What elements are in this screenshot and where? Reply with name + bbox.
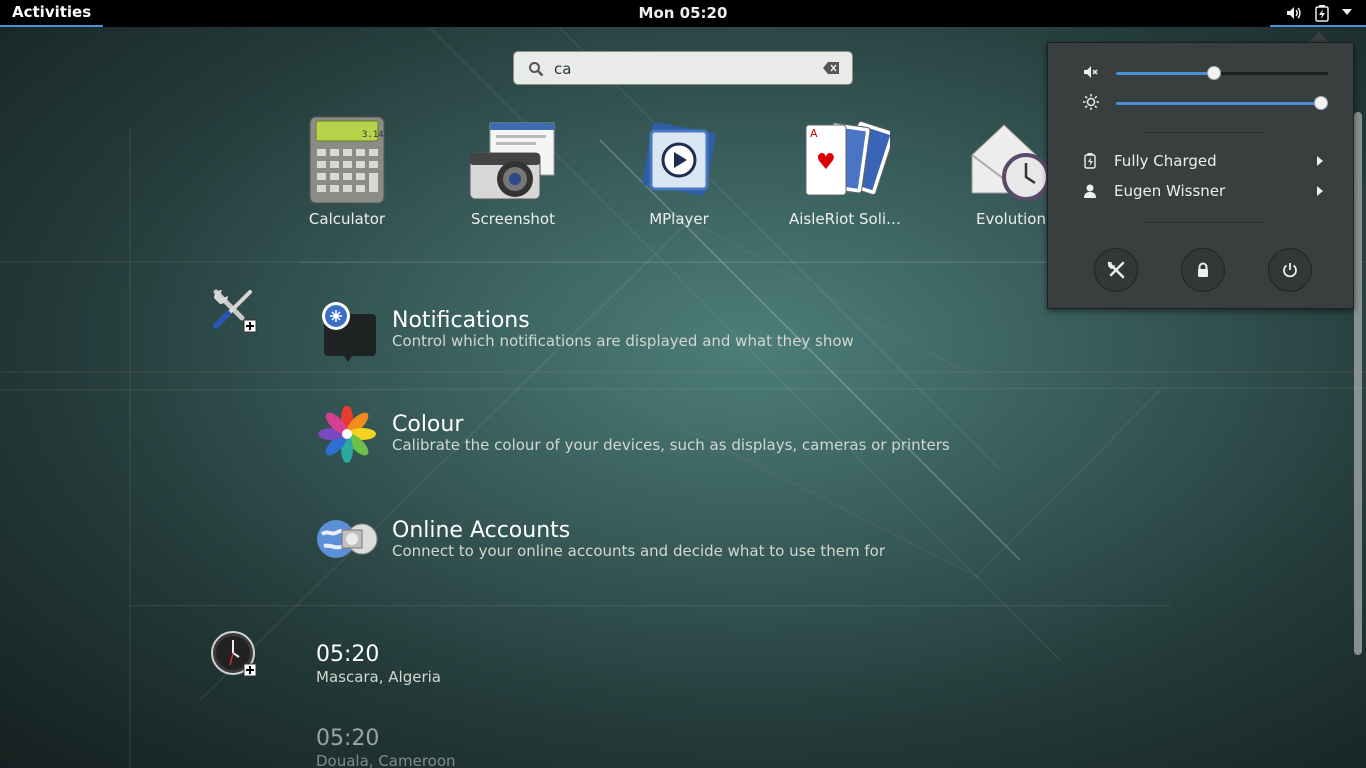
world-clock-place: Douala, Cameroon bbox=[316, 752, 456, 768]
battery-status-label: Fully Charged bbox=[1114, 152, 1217, 170]
notifications-icon bbox=[322, 302, 376, 362]
mplayer-icon bbox=[642, 122, 716, 196]
result-online-accounts[interactable]: Online Accounts Connect to your online a… bbox=[316, 512, 1016, 572]
chevron-right-icon bbox=[1317, 186, 1323, 196]
calculator-icon: 3.14 bbox=[309, 116, 385, 204]
brightness-slider-fill bbox=[1116, 102, 1328, 105]
volume-slider-fill bbox=[1116, 72, 1214, 75]
world-clock-time: 05:20 bbox=[316, 642, 380, 667]
camera-icon bbox=[469, 122, 555, 200]
settings-icon bbox=[1107, 261, 1125, 279]
volume-slider-handle[interactable] bbox=[1207, 66, 1221, 80]
top-bar: Activities Mon 05:20 bbox=[0, 0, 1366, 27]
clear-search-icon[interactable] bbox=[823, 62, 839, 74]
result-notifications[interactable]: Notifications Control which notification… bbox=[316, 302, 1016, 362]
clock-button[interactable]: Mon 05:20 bbox=[639, 4, 728, 22]
system-status-area[interactable] bbox=[1270, 0, 1366, 27]
volume-muted-icon bbox=[1084, 66, 1098, 78]
battery-icon bbox=[1084, 153, 1096, 169]
result-description: Control which notifications are displaye… bbox=[392, 332, 854, 350]
volume-row bbox=[1048, 61, 1355, 85]
volume-icon bbox=[1287, 7, 1301, 19]
result-title: Online Accounts bbox=[392, 518, 571, 543]
app-aisleriot[interactable]: A ♥ AisleRiot Soli… bbox=[770, 115, 920, 228]
power-icon bbox=[1283, 263, 1297, 278]
battery-icon bbox=[1315, 5, 1329, 22]
app-label: Calculator bbox=[308, 210, 386, 228]
brightness-slider[interactable] bbox=[1116, 96, 1328, 110]
result-title: Notifications bbox=[392, 308, 530, 333]
chevron-right-icon bbox=[1317, 156, 1323, 166]
settings-provider-icon[interactable] bbox=[210, 286, 258, 334]
app-calculator[interactable]: 3.14 Calculator bbox=[272, 115, 422, 228]
result-description: Calibrate the colour of your devices, su… bbox=[392, 436, 950, 454]
settings-button[interactable] bbox=[1094, 248, 1138, 292]
svg-text:A: A bbox=[810, 127, 818, 140]
separator bbox=[130, 605, 1170, 606]
app-label: Screenshot bbox=[471, 210, 555, 228]
world-clock-item[interactable]: 05:20 Mascara, Algeria bbox=[316, 642, 441, 686]
search-icon bbox=[529, 62, 544, 77]
system-menu: Fully Charged Eugen Wissner bbox=[1047, 42, 1354, 309]
app-mplayer[interactable]: MPlayer bbox=[604, 115, 754, 228]
results-scrollbar[interactable] bbox=[1354, 112, 1362, 655]
evolution-icon bbox=[971, 124, 1050, 201]
brightness-row bbox=[1048, 91, 1355, 115]
playing-cards-icon: A ♥ bbox=[805, 121, 890, 196]
result-description: Connect to your online accounts and deci… bbox=[392, 542, 886, 560]
menu-separator bbox=[1144, 132, 1264, 133]
app-label: AisleRiot Soli… bbox=[788, 210, 902, 228]
svg-text:3.14: 3.14 bbox=[362, 130, 384, 140]
online-accounts-icon bbox=[317, 520, 378, 558]
result-colour[interactable]: Colour Calibrate the colour of your devi… bbox=[316, 406, 1016, 466]
user-menu-item[interactable]: Eugen Wissner bbox=[1048, 177, 1355, 205]
brightness-slider-handle[interactable] bbox=[1314, 96, 1328, 110]
svg-text:♥: ♥ bbox=[816, 150, 836, 175]
user-icon bbox=[1084, 184, 1096, 198]
search-box[interactable] bbox=[513, 51, 853, 85]
volume-slider[interactable] bbox=[1116, 66, 1328, 80]
menu-arrow-icon bbox=[1342, 9, 1352, 15]
menu-separator bbox=[1144, 222, 1264, 223]
world-clock-item[interactable]: 05:20 Douala, Cameroon bbox=[316, 726, 456, 768]
power-button[interactable] bbox=[1268, 248, 1312, 292]
battery-menu-item[interactable]: Fully Charged bbox=[1048, 147, 1355, 175]
lock-icon bbox=[1198, 262, 1208, 277]
clock-container: Mon 05:20 bbox=[0, 0, 1366, 26]
app-label: MPlayer bbox=[649, 210, 709, 228]
app-screenshot[interactable]: Screenshot bbox=[438, 115, 588, 228]
user-name-label: Eugen Wissner bbox=[1114, 182, 1226, 200]
brightness-icon bbox=[1083, 94, 1099, 110]
world-clock-place: Mascara, Algeria bbox=[316, 668, 441, 686]
search-input[interactable] bbox=[554, 58, 814, 80]
result-title: Colour bbox=[392, 412, 464, 437]
world-clock-time: 05:20 bbox=[316, 726, 380, 751]
colour-icon bbox=[318, 406, 376, 463]
clocks-provider-icon[interactable] bbox=[210, 630, 258, 678]
activities-button[interactable]: Activities bbox=[0, 0, 104, 27]
lock-button[interactable] bbox=[1181, 248, 1225, 292]
